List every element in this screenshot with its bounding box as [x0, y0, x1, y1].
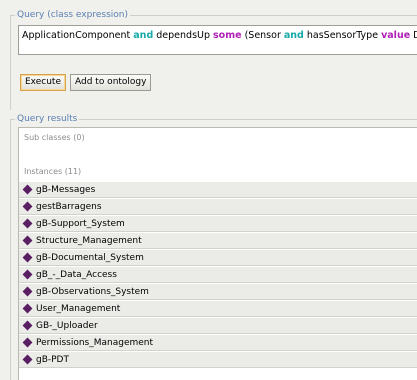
keyword-and: and: [283, 30, 304, 41]
diamond-icon: [22, 320, 33, 331]
instance-name: gB-Documental_System: [36, 252, 144, 263]
results-legend: Query results: [15, 114, 80, 125]
instance-row[interactable]: gB-Observations_System: [19, 283, 417, 300]
diamond-icon: [22, 286, 33, 297]
instance-row[interactable]: gB-Messages: [19, 181, 417, 198]
execute-button[interactable]: Execute: [20, 74, 66, 91]
instance-name: gB-Messages: [36, 184, 96, 195]
subclasses-label: Sub classes (0): [24, 133, 85, 142]
diamond-icon: [22, 354, 33, 365]
diamond-icon: [22, 303, 33, 314]
expression-text: dependsUp: [153, 30, 214, 41]
expression-text: Drain): [410, 30, 417, 41]
results-list: Sub classes (0) Instances (11) gB-Messag…: [18, 127, 417, 380]
diamond-icon: [22, 269, 33, 280]
query-legend: Query (class expression): [15, 10, 130, 21]
instance-name: gB-Observations_System: [36, 286, 149, 297]
instance-name: GB-_Uploader: [36, 320, 98, 331]
instance-name: User_Management: [36, 303, 121, 314]
diamond-icon: [22, 201, 33, 212]
keyword-and: and: [133, 30, 154, 41]
diamond-icon: [22, 252, 33, 263]
expression-text: hasSensorType: [303, 30, 382, 41]
instances-list: gB-Messages gestBarragens gB-Support_Syste…: [19, 181, 417, 368]
expression-text: ApplicationComponent: [22, 30, 134, 41]
instance-row[interactable]: gB-Support_System: [19, 215, 417, 232]
keyword-some: some: [213, 30, 242, 41]
query-results-panel: Query results Sub classes (0) Instances …: [10, 114, 417, 380]
expression-text: (Sensor: [241, 30, 284, 41]
instance-row[interactable]: gestBarragens: [19, 198, 417, 215]
instance-name: gB_-_Data_Access: [36, 269, 117, 280]
instances-label: Instances (11): [24, 167, 82, 176]
instance-row[interactable]: gB-Documental_System: [19, 249, 417, 266]
diamond-icon: [22, 337, 33, 348]
instance-row[interactable]: Structure_Management: [19, 232, 417, 249]
instance-name: Permissions_Management: [36, 337, 154, 348]
add-to-ontology-button[interactable]: Add to ontology: [70, 74, 152, 91]
diamond-icon: [22, 218, 33, 229]
instance-row[interactable]: User_Management: [19, 300, 417, 317]
instance-row[interactable]: Permissions_Management: [19, 334, 417, 351]
instance-name: gB-PDT: [36, 354, 69, 365]
instance-row[interactable]: gB-PDT: [19, 351, 417, 368]
keyword-value: value: [381, 30, 411, 41]
diamond-icon: [22, 184, 33, 195]
instance-name: gestBarragens: [36, 201, 102, 212]
instance-row[interactable]: GB-_Uploader: [19, 317, 417, 334]
instance-name: Structure_Management: [36, 235, 142, 246]
instance-row[interactable]: gB_-_Data_Access: [19, 266, 417, 283]
instance-name: gB-Support_System: [36, 218, 125, 229]
diamond-icon: [22, 235, 33, 246]
query-panel: Query (class expression) ApplicationComp…: [10, 10, 417, 110]
query-expression-editor[interactable]: ApplicationComponent and dependsUp some …: [18, 25, 417, 55]
